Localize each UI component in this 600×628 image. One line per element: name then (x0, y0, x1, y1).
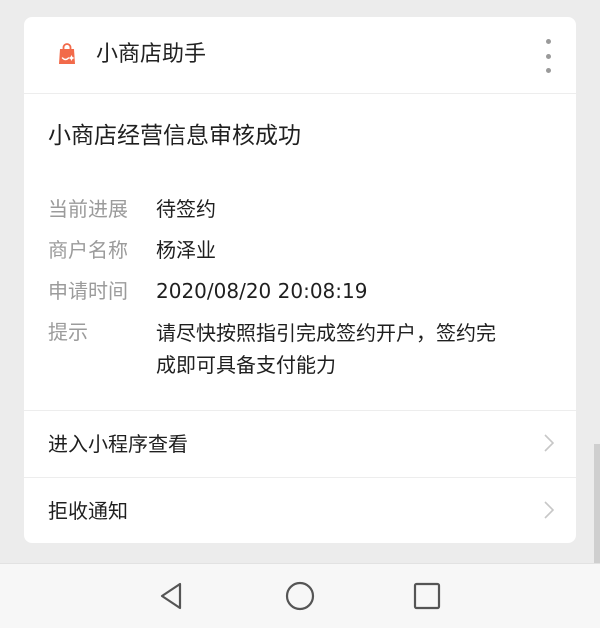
chevron-right-icon (544, 434, 554, 452)
chevron-right-icon (544, 501, 554, 519)
info-value: 2020/08/20 20:08:19 (156, 279, 368, 303)
info-value-multiline: 请尽快按照指引完成签约开户，签约完 成即可具备支付能力 (156, 317, 558, 381)
info-label: 申请时间 (48, 279, 128, 303)
info-label: 提示 (48, 320, 88, 344)
info-label: 商户名称 (48, 238, 128, 262)
info-label: 当前进展 (48, 197, 128, 221)
tip-line: 成即可具备支付能力 (156, 353, 336, 377)
recent-apps-square-icon[interactable] (411, 580, 443, 612)
home-circle-icon[interactable] (284, 580, 316, 612)
scrollbar[interactable] (594, 444, 600, 564)
card-header: 小商店助手 (24, 17, 576, 94)
notice-title: 小商店经营信息审核成功 (48, 123, 301, 149)
more-options-icon[interactable] (540, 39, 556, 73)
tip-line: 请尽快按照指引完成签约开户，签约完 (156, 321, 496, 345)
info-value: 待签约 (156, 197, 216, 221)
app-name: 小商店助手 (96, 42, 207, 67)
shopping-bag-icon (59, 43, 75, 64)
info-row-tip: 提示 请尽快按照指引完成签约开户，签约完 成即可具备支付能力 (48, 317, 558, 381)
system-navigation-bar (0, 563, 600, 628)
info-row-merchant-name: 商户名称 杨泽业 (48, 235, 558, 265)
action-label: 进入小程序查看 (48, 432, 188, 456)
action-label: 拒收通知 (48, 499, 128, 523)
notification-card: 小商店助手 小商店经营信息审核成功 当前进展 待签约 商户名称 杨泽业 申请时间… (24, 17, 576, 543)
open-mini-program-button[interactable]: 进入小程序查看 (24, 410, 576, 477)
info-row-apply-time: 申请时间 2020/08/20 20:08:19 (48, 276, 558, 306)
reject-notifications-button[interactable]: 拒收通知 (24, 477, 576, 543)
info-row-progress: 当前进展 待签约 (48, 194, 558, 224)
info-value: 杨泽业 (156, 238, 216, 262)
info-list: 当前进展 待签约 商户名称 杨泽业 申请时间 2020/08/20 20:08:… (48, 194, 558, 392)
back-triangle-icon[interactable] (156, 580, 188, 612)
